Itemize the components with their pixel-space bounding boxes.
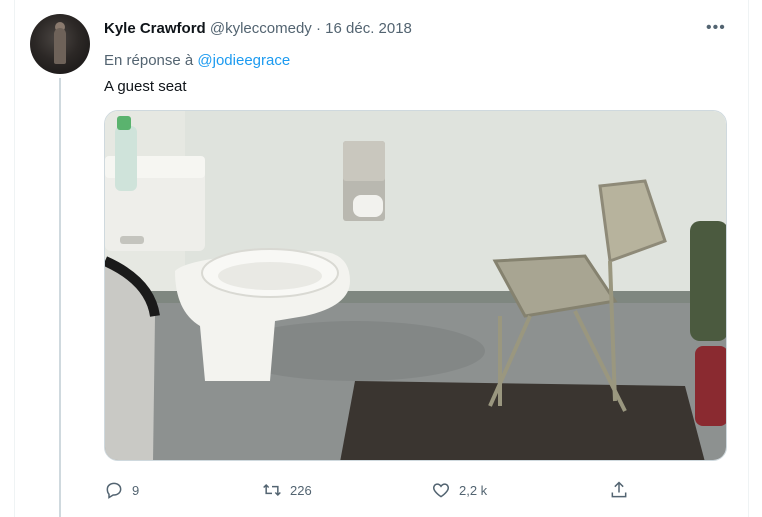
heart-icon — [432, 483, 450, 498]
action-bar: 9 226 2,2 k — [0, 478, 762, 502]
tweet-text: A guest seat — [104, 78, 187, 95]
thread-line — [59, 78, 61, 517]
timeline-border-left — [14, 0, 15, 517]
reply-mention[interactable]: @jodieegrace — [197, 52, 290, 69]
author-handle[interactable]: @kyleccomedy — [210, 20, 312, 37]
retweet-count: 226 — [290, 482, 312, 498]
share-button[interactable] — [609, 478, 637, 502]
bathroom-photo-illustration — [105, 111, 726, 460]
reply-prefix: En réponse à — [104, 52, 194, 69]
more-horizontal-icon[interactable]: ••• — [706, 18, 726, 38]
reply-icon — [106, 482, 122, 499]
tweet-date[interactable]: 16 déc. 2018 — [325, 20, 412, 37]
retweet-button[interactable]: 226 — [262, 478, 312, 502]
tweet-photo[interactable] — [104, 110, 727, 461]
like-button[interactable]: 2,2 k — [431, 478, 487, 502]
separator: · — [315, 20, 321, 37]
tweet-header: Kyle Crawford @kyleccomedy · 16 déc. 201… — [104, 19, 412, 39]
avatar[interactable] — [30, 14, 90, 74]
tweet: Kyle Crawford @kyleccomedy · 16 déc. 201… — [0, 0, 762, 517]
like-count: 2,2 k — [459, 482, 488, 498]
author-name[interactable]: Kyle Crawford — [104, 20, 206, 37]
reply-context: En réponse à @jodieegrace — [104, 51, 290, 71]
timeline-border-right — [748, 0, 749, 517]
retweet-icon — [263, 483, 281, 497]
reply-button[interactable]: 9 — [104, 478, 139, 502]
reply-count: 9 — [132, 482, 140, 498]
share-icon — [611, 481, 627, 498]
